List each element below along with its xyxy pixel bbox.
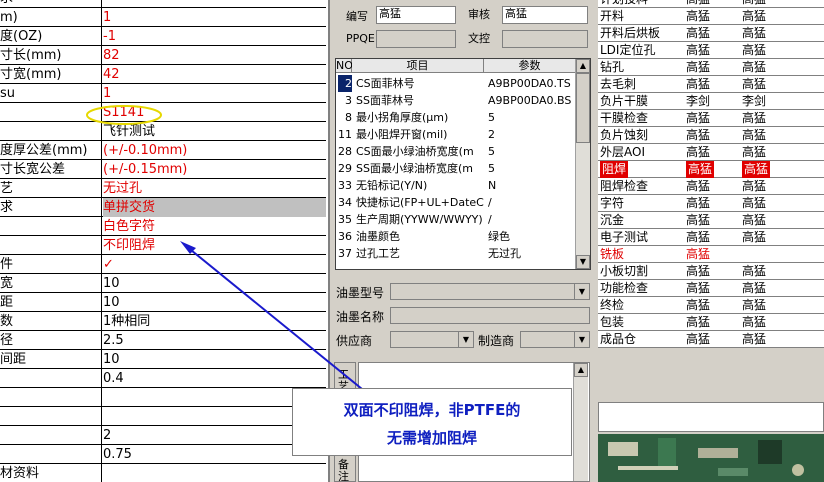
callout-line1: 双面不印阻焊，非PTFE的 xyxy=(343,401,521,419)
callout-note: 双面不印阻焊，非PTFE的 无需增加阻焊 xyxy=(292,388,572,456)
callout-line2: 无需增加阻焊 xyxy=(386,429,477,447)
highlight-ellipse xyxy=(86,105,162,125)
callout-arrow xyxy=(185,245,363,390)
